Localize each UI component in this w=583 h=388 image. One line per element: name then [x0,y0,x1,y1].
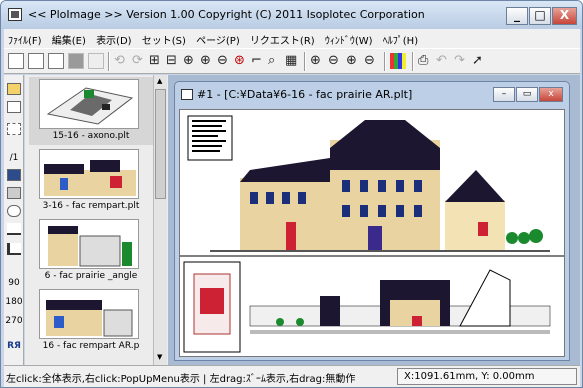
scrollbar-thumb[interactable] [155,89,166,199]
toolbar-separator [412,52,414,71]
print-icon[interactable]: ⎙ [418,53,428,69]
status-help-text: 左click:全体表示,右click:PopUpMenu表示 | 左drag:ｽ… [6,374,356,385]
table-icon[interactable]: ▦ [285,53,297,69]
app-icon[interactable] [8,8,22,21]
toolbar: ⟲ ⟳ ⊞ ⊟ ⊕ ⊕ ⊖ ⊛ ⌐ ⌕ ▦ ⊕ ⊖ ⊕ ⊖ ⎙ ↶ ↷ ➚ [4,48,580,74]
toolbar-separator [304,52,306,71]
rotate-270-label[interactable]: 270 [5,316,23,326]
zoom-in-2-icon[interactable]: ⊕ [310,53,321,69]
fit-all-icon[interactable]: ⊞ [149,53,160,69]
tile-view-icon[interactable] [28,53,44,69]
thumbnail-scrollbar[interactable]: ▲ ▼ [153,75,167,365]
pen-icon[interactable] [7,223,21,235]
save-icon[interactable] [7,169,21,181]
thumbnail-item[interactable]: 3-16 - fac rempart.plt [29,147,153,215]
thumbnail-label: 15-16 - axono.plt [52,131,130,141]
left-toolbar: /1 90 180 270 RЯ [4,75,24,365]
mirror-label[interactable]: RЯ [5,341,23,351]
menu-view[interactable]: 表示(D) [92,29,135,47]
thumbnail-image [39,219,139,269]
app-window: << PloImage >> Version 1.00 Copyright (C… [0,0,583,388]
menu-set[interactable]: セット(S) [138,29,189,47]
undo-icon[interactable]: ↶ [436,53,447,69]
width-icon[interactable] [7,123,21,135]
title-bar[interactable]: << PloImage >> Version 1.00 Copyright (C… [1,1,582,29]
child-close-button[interactable]: x [539,87,563,102]
zoom-in-icon[interactable]: ⊕ [200,53,211,69]
menu-help[interactable]: ﾍﾙﾌﾟ(H) [379,29,421,47]
rotate-right-icon[interactable]: ⟳ [132,53,143,69]
rotate-90-label[interactable]: 90 [5,278,23,288]
menu-request[interactable]: リクエスト(R) [246,29,318,47]
menu-bar: ﾌｧｲﾙ(F) 編集(E) 表示(D) セット(S) ページ(P) リクエスト(… [4,29,580,48]
menu-page[interactable]: ページ(P) [192,29,243,47]
coordinate-readout: X:1091.61mm, Y: 0.00mm [397,368,577,385]
close-button[interactable]: X [552,7,577,25]
menu-window[interactable]: ｳｨﾝﾄﾞｳ(W) [321,29,376,47]
zoom-next-icon[interactable]: ⊖ [364,53,375,69]
new-file-icon[interactable] [7,101,21,113]
color-palette-icon[interactable] [390,53,406,69]
maximize-button[interactable]: □ [529,7,551,25]
rotate-left-icon[interactable]: ⟲ [114,53,125,69]
blank-view-icon[interactable] [88,53,104,69]
scale-label[interactable]: /1 [5,153,23,163]
status-bar: 左click:全体表示,右click:PopUpMenu表示 | 左drag:ｽ… [4,365,580,387]
search-icon[interactable]: ⌕ [268,53,275,69]
document-icon[interactable] [181,89,193,100]
toolbar-separator [108,52,110,71]
grid-view-icon[interactable] [8,53,24,69]
toolbar-separator [384,52,386,71]
thumbnail-item[interactable]: 16 - fac rempart AR.p [29,287,153,355]
fit-width-icon[interactable]: ⊟ [166,53,177,69]
menu-edit[interactable]: 編集(E) [48,29,89,47]
rotate-180-label[interactable]: 180 [5,297,23,307]
child-minimize-button[interactable]: – [493,87,515,102]
scroll-up-icon[interactable]: ▲ [157,77,162,85]
thumbnail-panel: 15-16 - axono.plt 3-16 - fac rempart.plt… [25,75,171,365]
mdi-area: #1 - [C:¥Data¥6-16 - fac prairie AR.plt]… [168,75,580,365]
document-window: #1 - [C:¥Data¥6-16 - fac prairie AR.plt]… [174,81,570,361]
minimize-button[interactable]: _ [506,7,528,25]
plot-icon[interactable] [7,243,21,255]
window-title: << PloImage >> Version 1.00 Copyright (C… [28,8,425,21]
fill-view-icon[interactable] [68,53,84,69]
pan-icon[interactable]: ⌐ [251,53,262,69]
thumbnail-item[interactable]: 6 - fac prairie _angle [29,217,153,285]
scroll-down-icon[interactable]: ▼ [157,353,162,361]
thumbnail-image [39,149,139,199]
document-title: #1 - [C:¥Data¥6-16 - fac prairie AR.plt] [197,88,413,101]
thumbnail-label: 3-16 - fac rempart.plt [42,201,140,211]
thumbnail-label: 6 - fac prairie _angle [44,271,138,281]
single-view-icon[interactable] [48,53,64,69]
menu-file[interactable]: ﾌｧｲﾙ(F) [4,29,45,47]
drawing-canvas[interactable] [179,109,565,357]
thumbnail-item[interactable]: 15-16 - axono.plt [29,77,153,145]
zoom-prev-icon[interactable]: ⊕ [346,53,357,69]
print-icon[interactable] [7,187,21,199]
thumbnail-image [39,289,139,339]
open-folder-icon[interactable] [7,83,21,95]
zoom-fit-icon[interactable]: ⊛ [234,53,245,69]
child-restore-button[interactable]: ▭ [516,87,538,102]
zoom-out-2-icon[interactable]: ⊖ [328,53,339,69]
architectural-drawing [180,110,564,356]
zoom-window-icon[interactable]: ⊕ [183,53,194,69]
zoom-out-icon[interactable]: ⊖ [217,53,228,69]
redo-icon[interactable]: ↷ [454,53,465,69]
scan-icon[interactable] [7,205,21,217]
pointer-icon[interactable]: ➚ [472,53,483,69]
thumbnail-image [39,79,139,129]
thumbnail-label: 16 - fac rempart AR.p [42,341,140,351]
